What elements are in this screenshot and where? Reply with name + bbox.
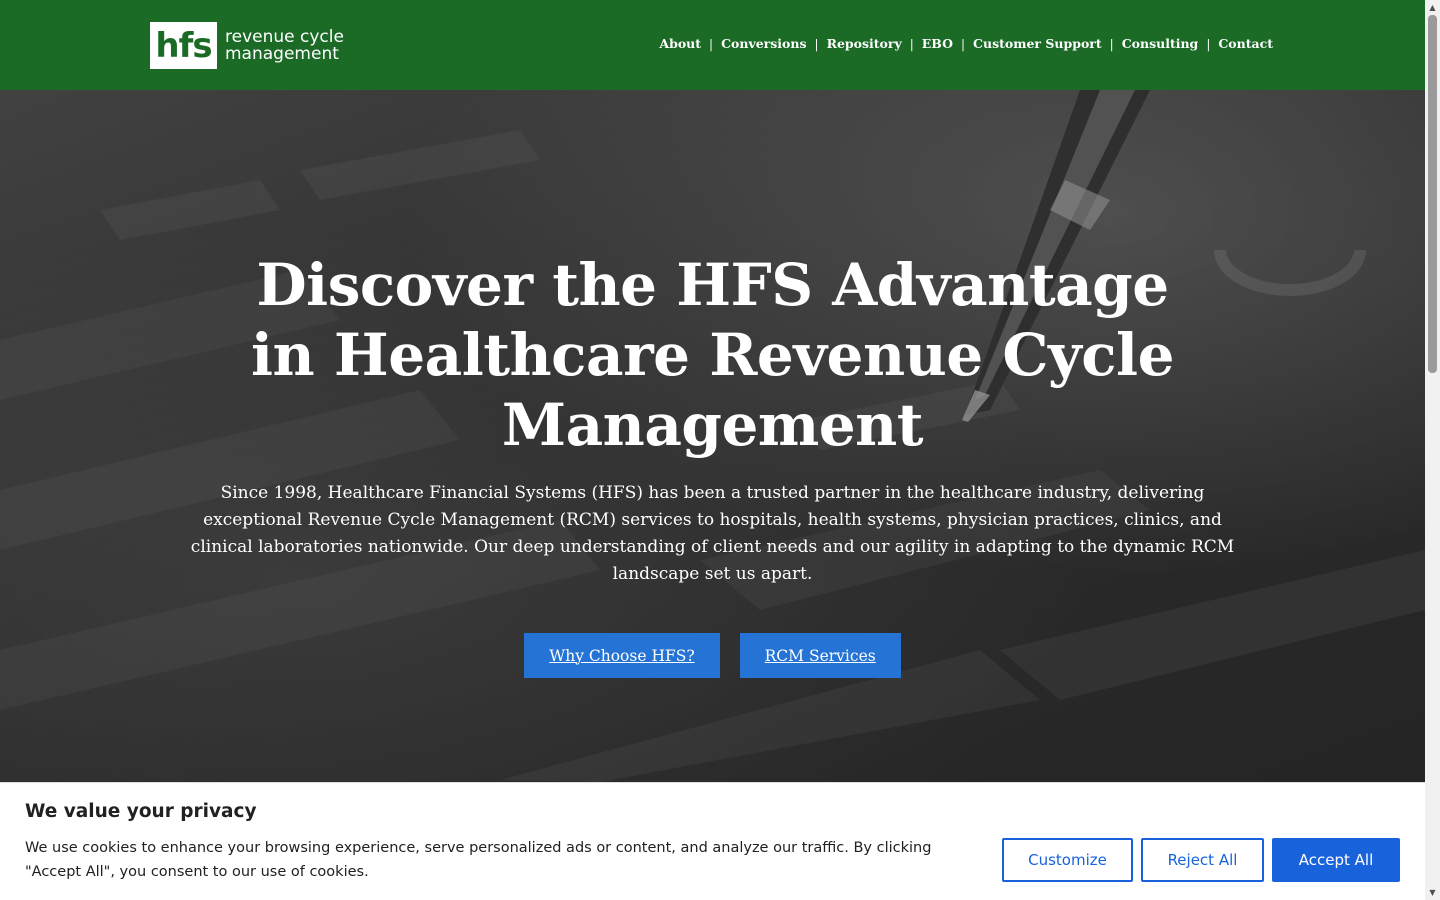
hero-subtitle: Since 1998, Healthcare Financial Systems… [190, 483, 1235, 584]
hero-buttons: Why Choose HFS? RCM Services [0, 633, 1425, 678]
nav-separator: | [1206, 36, 1211, 51]
logo-line-1: revenue cycle [225, 26, 344, 47]
nav-separator: | [1109, 36, 1114, 51]
logo-wordmark: revenue cycle management [225, 26, 344, 64]
cookie-banner: We value your privacy We use cookies to … [0, 782, 1425, 900]
site-header: hfs revenue cycle management About | Con… [0, 0, 1425, 90]
arrow-down-icon[interactable]: ▼ [1425, 885, 1440, 900]
nav-separator: | [814, 36, 819, 51]
why-choose-hfs-button[interactable]: Why Choose HFS? [524, 633, 720, 678]
nav-ebo[interactable]: EBO [922, 36, 953, 51]
arrow-up-icon[interactable]: ▲ [1425, 0, 1440, 15]
nav-customer-support[interactable]: Customer Support [973, 36, 1102, 51]
logo-mark-text: hfs [155, 25, 212, 66]
nav-repository[interactable]: Repository [827, 36, 902, 51]
scrollbar-thumb[interactable] [1428, 15, 1437, 373]
cookie-title: We value your privacy [25, 801, 257, 822]
nav-separator: | [909, 36, 914, 51]
logo-mark: hfs [150, 22, 217, 69]
nav-separator: | [709, 36, 714, 51]
nav-separator: | [961, 36, 966, 51]
nav-contact[interactable]: Contact [1218, 36, 1273, 51]
cookie-text: We use cookies to enhance your browsing … [25, 840, 932, 880]
cookie-reject-all-button[interactable]: Reject All [1141, 838, 1264, 882]
hero-section: Discover the HFS Advantage in Healthcare… [0, 90, 1425, 782]
nav-about[interactable]: About [659, 36, 701, 51]
cookie-customize-button[interactable]: Customize [1002, 838, 1133, 882]
main-nav: About | Conversions | Repository | EBO |… [659, 36, 1273, 51]
rcm-services-button[interactable]: RCM Services [739, 633, 901, 678]
nav-consulting[interactable]: Consulting [1122, 36, 1199, 51]
cookie-accept-all-button[interactable]: Accept All [1272, 838, 1400, 882]
hero-title: Discover the HFS Advantage in Healthcare… [251, 251, 1174, 459]
nav-conversions[interactable]: Conversions [721, 36, 806, 51]
site-logo[interactable]: hfs revenue cycle management [150, 22, 344, 69]
page-scrollbar[interactable]: ▲ ▼ [1425, 0, 1440, 900]
logo-line-2: management [225, 43, 339, 64]
